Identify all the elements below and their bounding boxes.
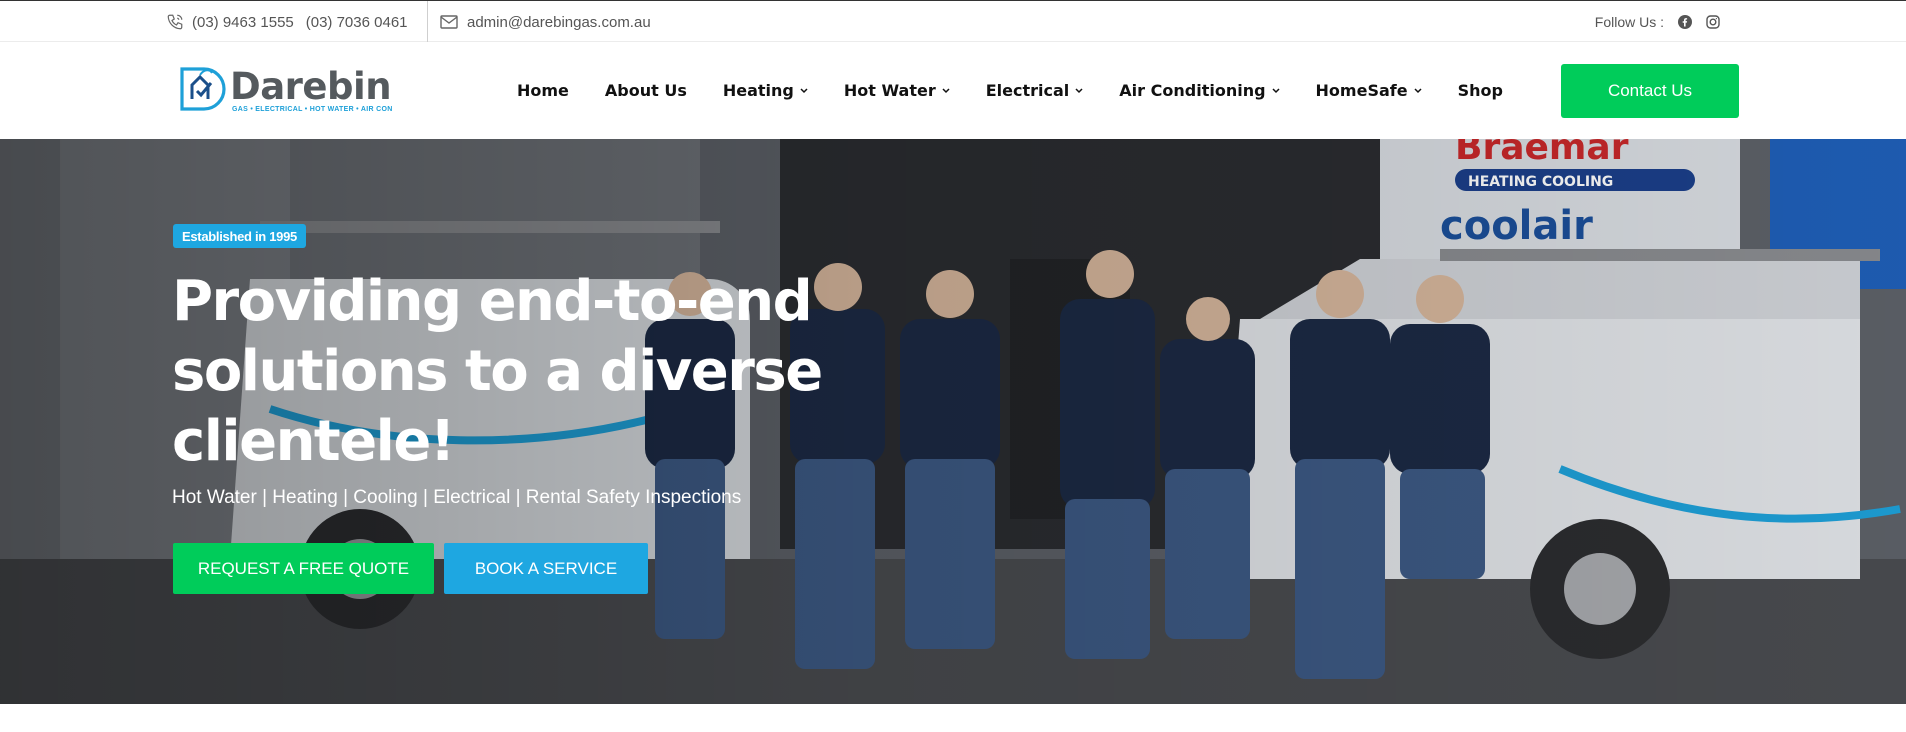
chevron-down-icon	[1272, 87, 1280, 94]
nav-about-us[interactable]: About Us	[605, 81, 687, 100]
logo[interactable]: Darebin GAS • ELECTRICAL • HOT WATER • A…	[178, 64, 393, 116]
nav-label[interactable]: Air Conditioning	[1119, 81, 1265, 100]
established-badge: Established in 1995	[173, 224, 306, 248]
nav-air-conditioning[interactable]: Air Conditioning	[1119, 81, 1280, 100]
nav-shop[interactable]: Shop	[1458, 81, 1503, 100]
hero-subtitle: Hot Water | Heating | Cooling | Electric…	[172, 487, 742, 508]
nav-label[interactable]: Heating	[723, 81, 794, 100]
nav-label[interactable]: Shop	[1458, 81, 1503, 100]
hero-title: Providing end-to-end solutions to a dive…	[172, 269, 823, 474]
main-nav: Home About Us Heating Hot Water Electric…	[517, 42, 1503, 139]
topbar-divider	[427, 1, 428, 43]
logo-name: Darebin	[230, 64, 392, 108]
site-header: Darebin GAS • ELECTRICAL • HOT WATER • A…	[0, 42, 1906, 139]
chevron-down-icon	[1075, 87, 1083, 94]
nav-label[interactable]: About Us	[605, 81, 687, 100]
social-links: Follow Us :	[1595, 1, 1720, 43]
phone-contacts: (03) 9463 1555 (03) 7036 0461	[166, 1, 408, 43]
book-service-button[interactable]: BOOK A SERVICE	[444, 543, 648, 594]
nav-label[interactable]: HomeSafe	[1316, 81, 1408, 100]
follow-label: Follow Us :	[1594, 14, 1664, 30]
nav-hot-water[interactable]: Hot Water	[844, 81, 950, 100]
email-contact[interactable]: admin@darebingas.com.au	[440, 1, 651, 43]
top-bar: (03) 9463 1555 (03) 7036 0461 admin@dare…	[0, 0, 1906, 43]
contact-us-button[interactable]: Contact Us	[1561, 64, 1739, 118]
chevron-down-icon	[942, 87, 950, 94]
logo-tagline: GAS • ELECTRICAL • HOT WATER • AIR CON	[232, 105, 393, 113]
nav-label[interactable]: Electrical	[986, 81, 1070, 100]
nav-electrical[interactable]: Electrical	[986, 81, 1084, 100]
phone-icon	[166, 13, 184, 31]
nav-home[interactable]: Home	[517, 81, 569, 100]
hero-section: Braemar HEATING COOLING coolair	[0, 139, 1906, 704]
phone-number-2[interactable]: (03) 7036 0461	[306, 14, 408, 31]
request-quote-button[interactable]: REQUEST A FREE QUOTE	[173, 543, 434, 594]
email-address[interactable]: admin@darebingas.com.au	[467, 14, 651, 31]
nav-homesafe[interactable]: HomeSafe	[1316, 81, 1422, 100]
nav-heating[interactable]: Heating	[723, 81, 808, 100]
phone-number-1[interactable]: (03) 9463 1555	[192, 14, 294, 31]
logo-mark-icon	[180, 67, 226, 111]
instagram-icon[interactable]	[1706, 15, 1720, 29]
mail-icon	[440, 15, 458, 29]
chevron-down-icon	[800, 87, 808, 94]
chevron-down-icon	[1414, 87, 1422, 94]
nav-label[interactable]: Hot Water	[844, 81, 936, 100]
nav-label[interactable]: Home	[517, 81, 569, 100]
facebook-icon[interactable]	[1678, 15, 1692, 29]
